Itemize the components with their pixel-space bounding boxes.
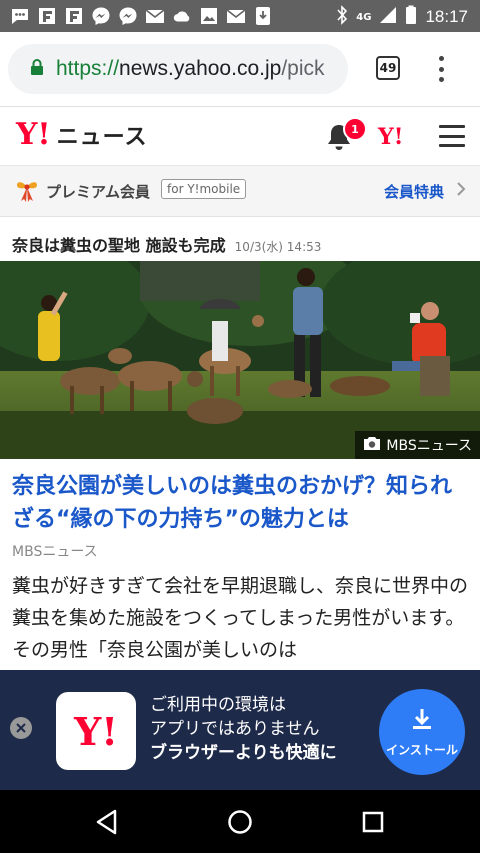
chevron-right-icon xyxy=(456,181,466,201)
site-header: Y! ニュース xyxy=(0,107,480,166)
back-icon[interactable] xyxy=(92,807,122,837)
article-photo[interactable]: MBSニュース xyxy=(0,261,480,459)
signal-icon xyxy=(379,6,397,28)
mail-icon xyxy=(145,6,165,26)
bluetooth-icon xyxy=(336,5,348,29)
deer-park-illustration xyxy=(0,261,480,459)
home-icon[interactable] xyxy=(225,807,255,837)
article-body: 糞虫が好きすぎて会社を早期退職し、奈良に世界中の糞虫を集めた施設をつくってしまっ… xyxy=(12,575,469,661)
notification-icons xyxy=(10,6,273,26)
status-bar: 4G 18:17 xyxy=(0,0,480,32)
logo-mark: Y! xyxy=(16,117,51,152)
battery-icon xyxy=(405,5,417,29)
close-banner-icon[interactable] xyxy=(10,717,32,739)
member-benefits-link[interactable]: 会員特典 xyxy=(384,181,444,202)
url-host: news.yahoo.co.jp xyxy=(119,57,282,80)
url-text: https://news.yahoo.co.jp/pick xyxy=(56,57,325,81)
messages-icon xyxy=(10,6,30,26)
photo-credit: MBSニュース xyxy=(355,431,480,459)
flipboard-icon xyxy=(37,6,57,26)
article-source: MBSニュース xyxy=(12,544,98,560)
url-scheme: https:// xyxy=(56,57,120,80)
topic-header: 奈良は糞虫の聖地 施設も完成 10/3(水) 14:53 xyxy=(12,232,472,256)
article-title-link[interactable]: 奈良公園が美しいのは糞虫のおかげ？知られざる“縁の下の力持ち”の魅力とは xyxy=(12,470,470,536)
topic-date: 10/3(水) 14:53 xyxy=(234,240,322,254)
yahoo-news-logo[interactable]: Y! ニュース xyxy=(16,119,148,151)
tab-switcher-button[interactable]: 49 xyxy=(376,56,400,80)
flipboard-icon xyxy=(64,6,84,26)
banner-line-2: アプリではありません xyxy=(150,719,320,739)
photo-credit-text: MBSニュース xyxy=(386,438,472,454)
url-path: /pick xyxy=(281,57,325,80)
camera-icon xyxy=(363,436,381,455)
ymobile-tag: for Y!mobile xyxy=(161,179,247,199)
network-type: 4G xyxy=(356,11,372,23)
address-bar[interactable]: https://news.yahoo.co.jp/pick xyxy=(8,44,348,94)
messenger-icon xyxy=(91,6,111,26)
notification-count-badge: 1 xyxy=(343,117,367,141)
yahoo-app-icon: Y! xyxy=(56,692,136,770)
app-icon-mark: Y! xyxy=(74,708,118,754)
banner-line-3: ブラウザーよりも快適に xyxy=(150,743,337,763)
menu-icon[interactable] xyxy=(439,125,465,147)
lock-icon xyxy=(30,58,44,80)
install-button[interactable]: インストール xyxy=(379,689,465,775)
banner-line-1: ご利用中の環境は xyxy=(150,695,286,715)
system-status: 4G 18:17 xyxy=(336,5,468,29)
recents-icon[interactable] xyxy=(358,807,388,837)
browser-menu-icon[interactable] xyxy=(438,56,444,82)
topic-title: 奈良は糞虫の聖地 施設も完成 xyxy=(12,236,226,255)
cloud-sync-icon xyxy=(172,6,192,26)
gift-ribbon-icon xyxy=(14,179,40,207)
image-icon xyxy=(199,6,219,26)
install-label: インストール xyxy=(386,742,458,757)
premium-label: プレミアム会員 xyxy=(46,183,150,201)
yahoo-home-link[interactable]: Y! xyxy=(378,124,403,150)
browser-toolbar: https://news.yahoo.co.jp/pick 49 xyxy=(0,32,480,107)
premium-member-bar[interactable]: プレミアム会員 for Y!mobile 会員特典 xyxy=(0,166,480,217)
system-navigation-bar xyxy=(0,790,480,853)
mail-icon xyxy=(226,6,246,26)
banner-message: ご利用中の環境は アプリではありません ブラウザーよりも快適に xyxy=(150,693,337,765)
logo-text: ニュース xyxy=(56,125,148,150)
download-icon xyxy=(253,6,273,26)
download-arrow-icon xyxy=(411,707,433,735)
clock: 18:17 xyxy=(425,7,468,26)
messenger-icon xyxy=(118,6,138,26)
